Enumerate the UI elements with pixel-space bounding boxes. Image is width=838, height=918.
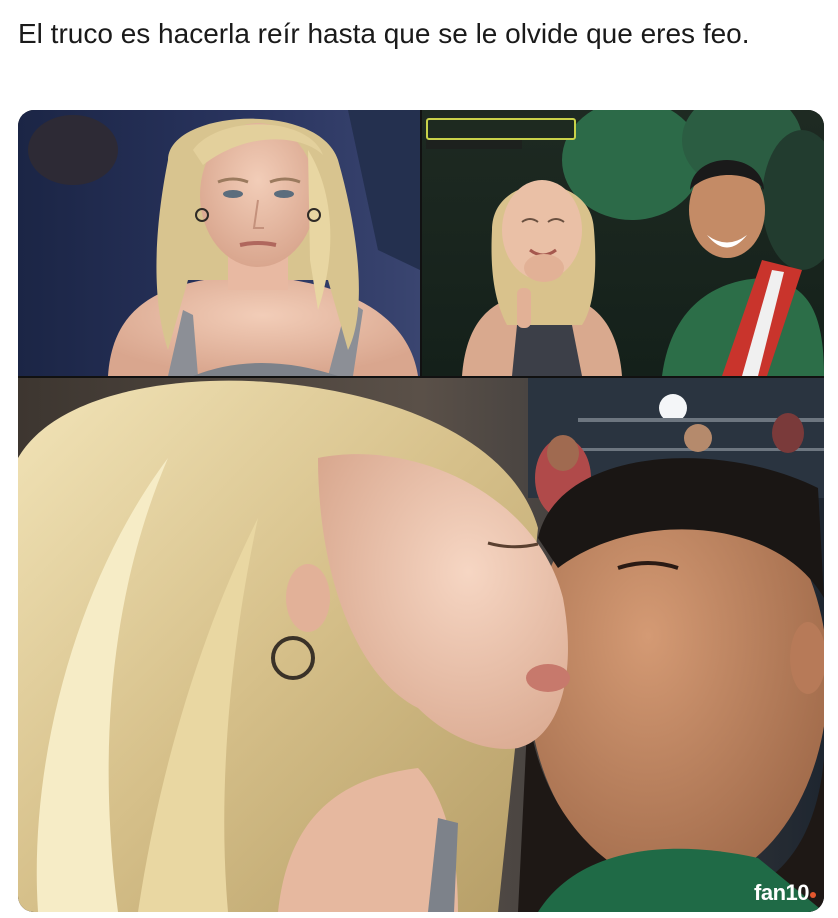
post-caption: El truco es hacerla reír hasta que se le… [18,18,750,49]
fan10-watermark: fan10 [754,880,816,906]
watermark-dot-icon [810,892,816,898]
photo-woman-laughing [422,110,824,376]
meme-collage[interactable]: fan10 [18,110,824,912]
photo-woman-serious [18,110,420,376]
photo-couple-kissing: fan10 [18,378,824,912]
scoreboard-overlay [426,118,576,140]
broadcast-lower-bar [426,140,522,149]
